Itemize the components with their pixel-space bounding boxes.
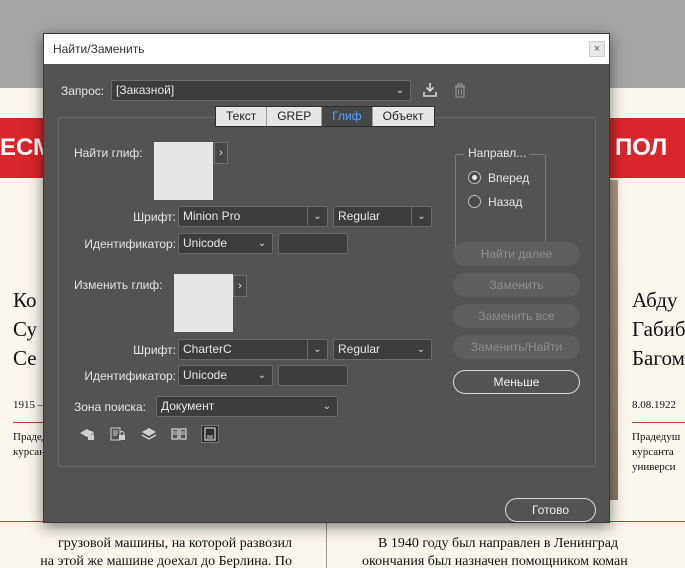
dialog-title: Найти/Заменить bbox=[53, 42, 145, 56]
tab-glyph[interactable]: Глиф bbox=[322, 107, 373, 126]
hidden-layers-icon[interactable] bbox=[140, 425, 158, 443]
bottom-right-line-2: окончания был назначен помощником коман bbox=[362, 554, 628, 568]
right-caption-line-3: универси bbox=[632, 461, 676, 473]
done-button[interactable]: Готово bbox=[505, 498, 596, 522]
fewer-options-button[interactable]: Меньше bbox=[453, 370, 580, 394]
tab-object[interactable]: Объект bbox=[373, 107, 434, 126]
change-style-select[interactable]: Regular ⌄ bbox=[333, 339, 432, 360]
find-style-value: Regular bbox=[338, 209, 381, 223]
change-glyph-menu-button[interactable]: › bbox=[233, 275, 247, 297]
right-caption-line-2: курсанта bbox=[632, 446, 674, 458]
find-id-value: Unicode bbox=[183, 236, 228, 250]
change-id-select[interactable]: Unicode ⌄ bbox=[178, 365, 273, 386]
search-zone-value: Документ bbox=[161, 399, 215, 413]
left-name-line-1: Ко bbox=[13, 288, 37, 312]
left-banner-text: ЕСМ bbox=[0, 134, 44, 161]
left-caption-line-2: курсанта bbox=[13, 446, 44, 458]
right-name-line-2: Габиб bbox=[632, 317, 685, 341]
bottom-left-line-2: на этой же машине доехал до Берлина. По bbox=[40, 554, 292, 568]
search-zone-label: Зона поиска: bbox=[74, 400, 146, 414]
left-date: 1915 – bbox=[13, 399, 44, 411]
chevron-down-icon: ⌄ bbox=[411, 207, 431, 226]
left-caption-line-1: Прадед bbox=[13, 431, 44, 443]
find-font-select[interactable]: Minion Pro ⌄ bbox=[178, 206, 328, 227]
right-name-line-3: Багом bbox=[632, 346, 685, 370]
find-glyph-menu-button[interactable]: › bbox=[214, 142, 228, 164]
bottom-left-line-1: грузовой машины, на которой развозил bbox=[58, 536, 292, 551]
direction-back-radio[interactable] bbox=[468, 195, 481, 208]
right-divider bbox=[632, 422, 685, 423]
bottom-right-line-1: В 1940 году был направлен в Ленинград bbox=[378, 536, 619, 551]
close-button[interactable]: × bbox=[589, 41, 605, 57]
chevron-down-icon: ⌄ bbox=[257, 370, 267, 381]
chevron-down-icon: ⌄ bbox=[307, 207, 327, 226]
chevron-down-icon: ⌄ bbox=[395, 85, 405, 96]
left-divider bbox=[13, 422, 44, 423]
change-all-button[interactable]: Заменить все bbox=[453, 304, 580, 328]
direction-forward-label[interactable]: Вперед bbox=[488, 171, 529, 185]
column-divider bbox=[326, 522, 327, 568]
find-font-label: Шрифт: bbox=[133, 210, 176, 224]
right-name-line-1: Абду bbox=[632, 288, 678, 312]
dialog-titlebar[interactable]: Найти/Заменить × bbox=[44, 34, 609, 64]
change-font-label: Шрифт: bbox=[133, 343, 176, 357]
find-id-select[interactable]: Unicode ⌄ bbox=[178, 233, 273, 254]
direction-back-label[interactable]: Назад bbox=[488, 195, 522, 209]
change-button[interactable]: Заменить bbox=[453, 273, 580, 297]
delete-query-icon[interactable] bbox=[450, 80, 470, 100]
change-id-value: Unicode bbox=[183, 368, 228, 382]
chevron-down-icon: ⌄ bbox=[257, 238, 267, 249]
find-id-label: Идентификатор: bbox=[84, 237, 176, 251]
find-change-dialog: Найти/Заменить × Запрос: [Заказной] ⌄ Те… bbox=[43, 33, 610, 523]
change-glyph-label: Изменить глиф: bbox=[74, 278, 163, 292]
chevron-down-icon: ⌄ bbox=[322, 401, 332, 412]
right-date: 8.08.1922 bbox=[632, 399, 676, 411]
change-id-label: Идентификатор: bbox=[84, 369, 176, 383]
query-select[interactable]: [Заказной] ⌄ bbox=[111, 80, 411, 101]
right-caption-line-1: Прадедуш bbox=[632, 431, 681, 443]
save-query-icon[interactable] bbox=[420, 80, 440, 100]
tab-grep[interactable]: GREP bbox=[267, 107, 323, 126]
find-font-value: Minion Pro bbox=[183, 209, 241, 223]
find-code-field[interactable] bbox=[278, 233, 348, 254]
find-glyph-preview[interactable] bbox=[154, 142, 213, 200]
change-style-value: Regular bbox=[338, 342, 381, 356]
find-glyph-label: Найти глиф: bbox=[74, 146, 143, 160]
find-next-button[interactable]: Найти далее bbox=[453, 242, 580, 266]
change-font-select[interactable]: CharterC ⌄ bbox=[178, 339, 328, 360]
query-label: Запрос: bbox=[61, 84, 105, 98]
footnotes-icon[interactable] bbox=[201, 425, 219, 443]
change-find-button[interactable]: Заменить/Найти bbox=[453, 335, 580, 359]
right-photo bbox=[610, 180, 618, 500]
direction-title: Направл... bbox=[464, 146, 531, 160]
direction-forward-radio[interactable] bbox=[468, 171, 481, 184]
search-zone-select[interactable]: Документ ⌄ bbox=[156, 396, 338, 417]
locked-layers-icon[interactable] bbox=[78, 425, 96, 443]
left-banner: ЕСМ bbox=[0, 118, 44, 178]
left-name-line-2: Су bbox=[13, 317, 37, 341]
change-glyph-preview[interactable] bbox=[174, 274, 233, 332]
right-banner: ПОЛ bbox=[610, 118, 685, 178]
right-banner-text: ПОЛ bbox=[615, 134, 668, 161]
locked-stories-icon[interactable] bbox=[109, 425, 127, 443]
find-style-select[interactable]: Regular ⌄ bbox=[333, 206, 432, 227]
change-code-field[interactable] bbox=[278, 365, 348, 386]
left-name-line-3: Се bbox=[13, 346, 37, 370]
master-pages-icon[interactable] bbox=[170, 425, 188, 443]
change-font-value: CharterC bbox=[183, 342, 232, 356]
chevron-down-icon: ⌄ bbox=[416, 344, 426, 355]
chevron-down-icon: ⌄ bbox=[307, 340, 327, 359]
mode-tabs: Текст GREP Глиф Объект bbox=[215, 106, 435, 127]
query-value: [Заказной] bbox=[116, 83, 175, 97]
tab-text[interactable]: Текст bbox=[216, 107, 268, 126]
